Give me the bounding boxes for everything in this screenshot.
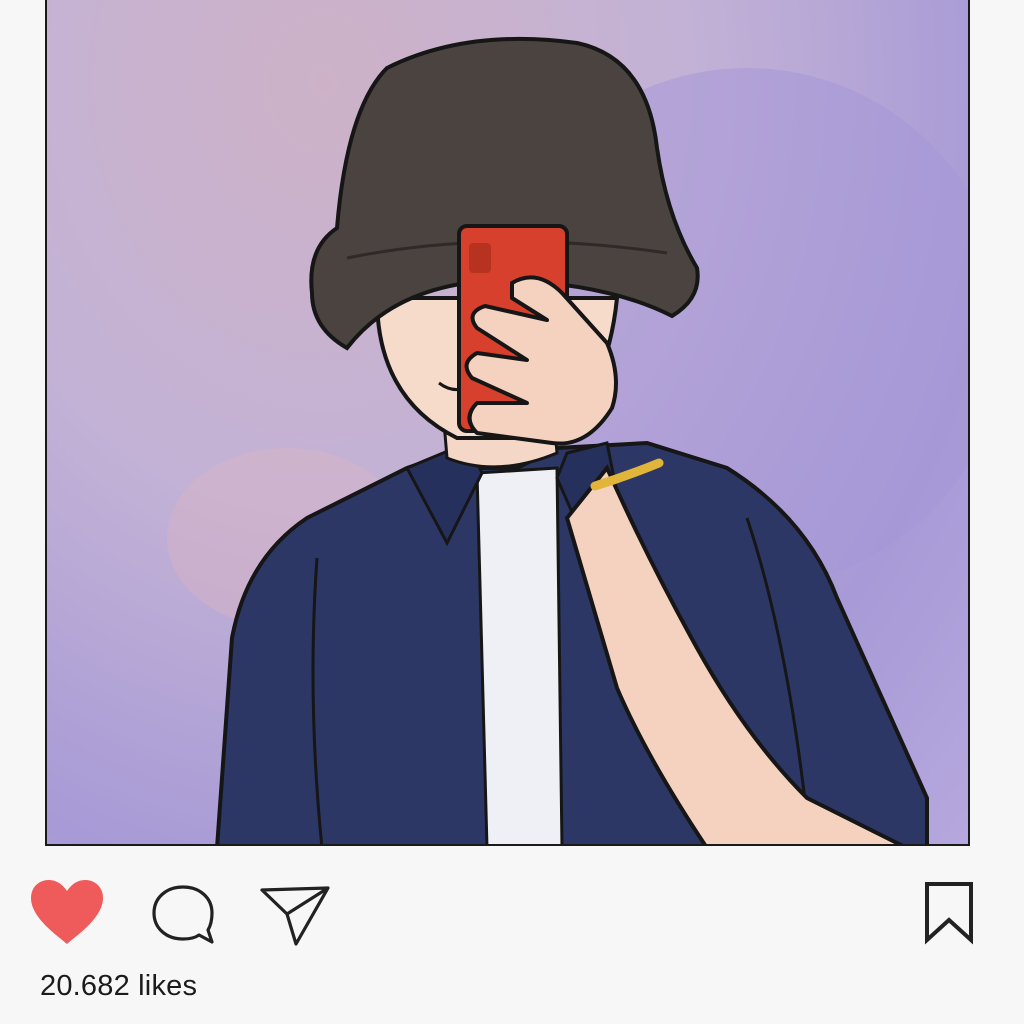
speech-bubble-icon	[152, 885, 214, 944]
post-action-bar	[0, 860, 1024, 960]
phone-camera	[469, 243, 491, 273]
save-button[interactable]	[920, 880, 978, 946]
like-button[interactable]	[28, 878, 106, 948]
heart-icon	[31, 880, 103, 944]
bookmark-icon	[925, 882, 973, 945]
comment-button[interactable]	[148, 882, 218, 948]
post-image[interactable]	[45, 0, 970, 846]
post-illustration	[167, 36, 968, 844]
white-tee	[475, 466, 564, 844]
likes-count[interactable]: 20.682 likes	[40, 970, 197, 1003]
share-button[interactable]	[258, 882, 332, 948]
paper-plane-icon	[260, 886, 330, 946]
